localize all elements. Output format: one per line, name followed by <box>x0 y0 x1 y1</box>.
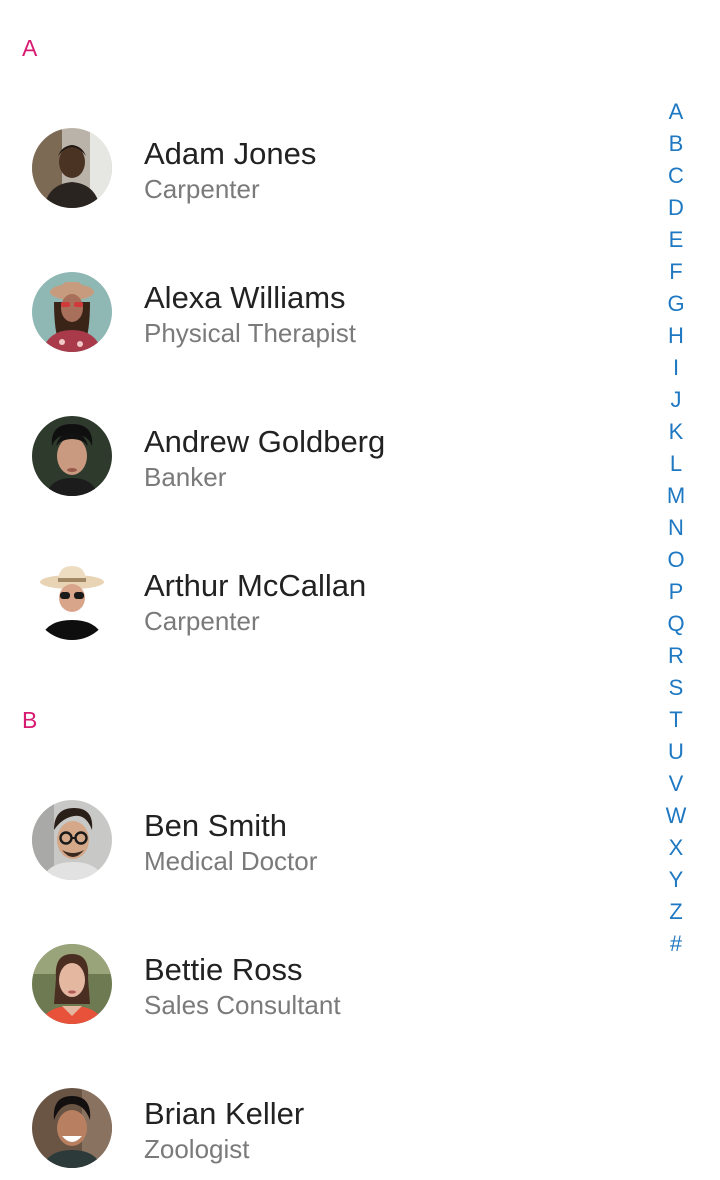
contact-item-adam-jones[interactable]: Adam Jones Carpenter <box>32 128 632 208</box>
index-letter-h[interactable]: H <box>656 320 696 352</box>
index-letter-z[interactable]: Z <box>656 896 696 928</box>
contact-item-alexa-williams[interactable]: Alexa Williams Physical Therapist <box>32 272 632 352</box>
contact-name: Adam Jones <box>144 136 317 171</box>
index-letter-p[interactable]: P <box>656 576 696 608</box>
contact-name: Arthur McCallan <box>144 568 367 603</box>
index-letter-e[interactable]: E <box>656 224 696 256</box>
contact-item-brian-keller[interactable]: Brian Keller Zoologist <box>32 1088 632 1168</box>
index-letter-j[interactable]: J <box>656 384 696 416</box>
index-letter-n[interactable]: N <box>656 512 696 544</box>
contact-title: Sales Consultant <box>144 990 341 1020</box>
index-letter-r[interactable]: R <box>656 640 696 672</box>
index-letter-u[interactable]: U <box>656 736 696 768</box>
index-letter-b[interactable]: B <box>656 128 696 160</box>
contact-title: Carpenter <box>144 174 260 204</box>
index-letter-m[interactable]: M <box>656 480 696 512</box>
index-letter-k[interactable]: K <box>656 416 696 448</box>
index-letter-w[interactable]: W <box>656 800 696 832</box>
avatar <box>32 416 112 496</box>
index-letter-q[interactable]: Q <box>656 608 696 640</box>
contact-name: Ben Smith <box>144 808 288 843</box>
contact-name: Alexa Williams <box>144 280 346 315</box>
alphabet-index-bar: A B C D E F G H I J K L M N O P Q R S T U V W X Y Z # <box>656 96 696 960</box>
contact-title: Zoologist <box>144 1134 250 1164</box>
section-header-a: A <box>22 35 38 61</box>
contact-item-arthur-mccallan[interactable]: Arthur McCallan Carpenter <box>32 560 632 640</box>
avatar <box>32 560 112 640</box>
contact-title: Medical Doctor <box>144 846 318 876</box>
index-letter-s[interactable]: S <box>656 672 696 704</box>
contact-name: Andrew Goldberg <box>144 424 386 459</box>
contact-item-ben-smith[interactable]: Ben Smith Medical Doctor <box>32 800 632 880</box>
avatar <box>32 272 112 352</box>
index-letter-d[interactable]: D <box>656 192 696 224</box>
contact-name: Brian Keller <box>144 1096 305 1131</box>
index-letter-a[interactable]: A <box>656 96 696 128</box>
contact-item-bettie-ross[interactable]: Bettie Ross Sales Consultant <box>32 944 632 1024</box>
contact-title: Carpenter <box>144 606 260 636</box>
index-letter-o[interactable]: O <box>656 544 696 576</box>
contact-title: Banker <box>144 462 227 492</box>
index-letter-x[interactable]: X <box>656 832 696 864</box>
index-letter-g[interactable]: G <box>656 288 696 320</box>
avatar <box>32 800 112 880</box>
index-letter-y[interactable]: Y <box>656 864 696 896</box>
index-letter-v[interactable]: V <box>656 768 696 800</box>
avatar <box>32 128 112 208</box>
index-letter-hash[interactable]: # <box>656 928 696 960</box>
contact-item-andrew-goldberg[interactable]: Andrew Goldberg Banker <box>32 416 632 496</box>
index-letter-f[interactable]: F <box>656 256 696 288</box>
avatar <box>32 944 112 1024</box>
index-letter-l[interactable]: L <box>656 448 696 480</box>
avatar <box>32 1088 112 1168</box>
contact-title: Physical Therapist <box>144 318 356 348</box>
index-letter-t[interactable]: T <box>656 704 696 736</box>
index-letter-c[interactable]: C <box>656 160 696 192</box>
section-header-b: B <box>22 707 38 733</box>
contact-name: Bettie Ross <box>144 952 303 987</box>
index-letter-i[interactable]: I <box>656 352 696 384</box>
